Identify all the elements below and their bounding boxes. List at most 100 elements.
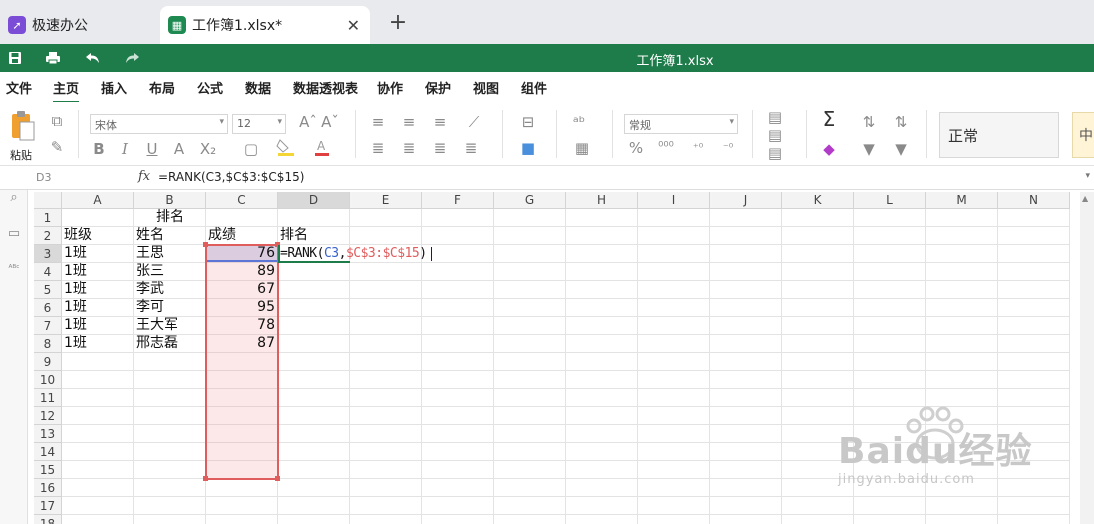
cell-editor[interactable]: =RANK(C3,$C$3:$C$15) (280, 245, 432, 262)
delete-cells-icon[interactable]: ▤ (764, 126, 786, 144)
cell-style-normal[interactable]: 正常 (939, 112, 1059, 158)
menu-home[interactable]: 主页 (53, 78, 80, 103)
cell-name[interactable]: 王思 (134, 245, 206, 263)
header-cell-score[interactable]: 成绩 (206, 227, 278, 245)
cell-class[interactable]: 1班 (62, 281, 134, 299)
column-header-d[interactable]: D (278, 192, 350, 209)
cell-name[interactable]: 张三 (134, 263, 206, 281)
vertical-scrollbar[interactable]: ▲ (1080, 192, 1094, 524)
font-name-select[interactable]: 宋体 ▾ (90, 114, 228, 134)
cell-class[interactable]: 1班 (62, 299, 134, 317)
autosum-icon[interactable]: Σ (818, 109, 840, 129)
align-middle-icon[interactable]: ≡ (399, 113, 419, 131)
row-header-11[interactable]: 11 (34, 389, 62, 407)
clear-icon[interactable]: ◆ (818, 140, 840, 158)
cell-score[interactable]: 76 (206, 245, 278, 263)
menu-pivot-table[interactable]: 数据透视表 (293, 78, 358, 97)
menu-plugins[interactable]: 组件 (521, 78, 547, 97)
percent-icon[interactable]: % (626, 139, 646, 157)
header-cell-rank[interactable]: 排名 (278, 227, 350, 245)
chevron-down-icon[interactable]: ▾ (1085, 171, 1090, 181)
filter-icon[interactable]: ▼ (858, 140, 880, 158)
column-header-h[interactable]: H (566, 192, 638, 209)
copy-icon[interactable]: ⧉ (48, 112, 66, 130)
menu-insert[interactable]: 插入 (101, 78, 127, 97)
row-header-5[interactable]: 5 (34, 281, 62, 299)
print-icon[interactable] (42, 48, 64, 68)
close-icon[interactable]: ✕ (347, 16, 360, 35)
merge-cells-icon[interactable]: ■ (514, 139, 542, 157)
row-header-9[interactable]: 9 (34, 353, 62, 371)
cell-class[interactable]: 1班 (62, 245, 134, 263)
column-header-n[interactable]: N (998, 192, 1070, 209)
comment-icon[interactable]: ▭ (5, 226, 23, 244)
cell-name[interactable]: 李武 (134, 281, 206, 299)
column-header-e[interactable]: E (350, 192, 422, 209)
cell-style-neutral[interactable]: 中 (1072, 112, 1094, 158)
function-icon[interactable]: fx (138, 169, 150, 184)
underline-icon[interactable]: U (143, 140, 161, 158)
cell-score[interactable]: 89 (206, 263, 278, 281)
font-size-select[interactable]: 12 ▾ (232, 114, 286, 134)
cell-score[interactable]: 95 (206, 299, 278, 317)
row-header-14[interactable]: 14 (34, 443, 62, 461)
row-header-3[interactable]: 3 (34, 245, 62, 263)
bold-icon[interactable]: B (90, 140, 108, 158)
italic-icon[interactable]: I (116, 140, 134, 158)
spellcheck-icon[interactable]: ᵃᵇ (568, 113, 590, 131)
row-header-4[interactable]: 4 (34, 263, 62, 281)
column-header-j[interactable]: J (710, 192, 782, 209)
cell-score[interactable]: 78 (206, 317, 278, 335)
cell-score[interactable]: 67 (206, 281, 278, 299)
row-header-12[interactable]: 12 (34, 407, 62, 425)
format-cells-icon[interactable]: ▤ (764, 144, 786, 162)
increase-decimal-icon[interactable]: ⁺⁰ (688, 139, 708, 157)
increase-font-icon[interactable]: Aˆ (298, 113, 318, 131)
row-header-10[interactable]: 10 (34, 371, 62, 389)
row-header-13[interactable]: 13 (34, 425, 62, 443)
paste-icon[interactable] (8, 110, 38, 144)
align-center-icon[interactable]: ≣ (399, 139, 419, 157)
name-box[interactable]: D3 (32, 168, 132, 188)
column-header-g[interactable]: G (494, 192, 566, 209)
strikethrough-icon[interactable]: A (170, 140, 188, 158)
spellcheck-side-icon[interactable]: ᴬᴮᶜ (5, 264, 23, 282)
menu-view[interactable]: 视图 (473, 78, 499, 97)
cell-class[interactable]: 1班 (62, 317, 134, 335)
cell-name[interactable]: 李可 (134, 299, 206, 317)
column-header-k[interactable]: K (782, 192, 854, 209)
row-header-2[interactable]: 2 (34, 227, 62, 245)
align-right-icon[interactable]: ≣ (430, 139, 450, 157)
borders-icon[interactable]: ▢ (240, 140, 262, 158)
select-all-corner[interactable] (34, 192, 62, 209)
save-icon[interactable] (4, 48, 26, 68)
tab-workbook[interactable]: ▦ 工作簿1.xlsx* ✕ (160, 6, 370, 44)
row-header-6[interactable]: 6 (34, 299, 62, 317)
menu-collaborate[interactable]: 协作 (377, 78, 403, 97)
cell-class[interactable]: 1班 (62, 335, 134, 353)
menu-layout[interactable]: 布局 (149, 78, 175, 97)
decrease-decimal-icon[interactable]: ⁻⁰ (718, 139, 738, 157)
decrease-font-icon[interactable]: Aˇ (320, 113, 340, 131)
header-cell-class[interactable]: 班级 (62, 227, 134, 245)
menu-data[interactable]: 数据 (245, 78, 271, 97)
sort-ascending-icon[interactable]: ⇅ (858, 113, 880, 131)
clear-filter-icon[interactable]: ▼ (890, 140, 912, 158)
cell-title[interactable]: 排名 (154, 209, 226, 227)
column-header-f[interactable]: F (422, 192, 494, 209)
cell-name[interactable]: 王大军 (134, 317, 206, 335)
thousands-icon[interactable]: ⁰⁰⁰ (656, 139, 676, 157)
header-cell-name[interactable]: 姓名 (134, 227, 206, 245)
text-orientation-icon[interactable]: ⟋ (461, 113, 487, 131)
wrap-text-icon[interactable]: ⊟ (514, 113, 542, 131)
insert-cells-icon[interactable]: ▤ (764, 108, 786, 126)
row-header-7[interactable]: 7 (34, 317, 62, 335)
range-handle[interactable] (275, 476, 280, 481)
row-header-15[interactable]: 15 (34, 461, 62, 479)
search-icon[interactable]: ⌕ (5, 190, 23, 208)
column-header-c[interactable]: C (206, 192, 278, 209)
row-header-8[interactable]: 8 (34, 335, 62, 353)
cell-class[interactable]: 1班 (62, 263, 134, 281)
redo-icon[interactable] (121, 48, 143, 68)
row-header-17[interactable]: 17 (34, 497, 62, 515)
